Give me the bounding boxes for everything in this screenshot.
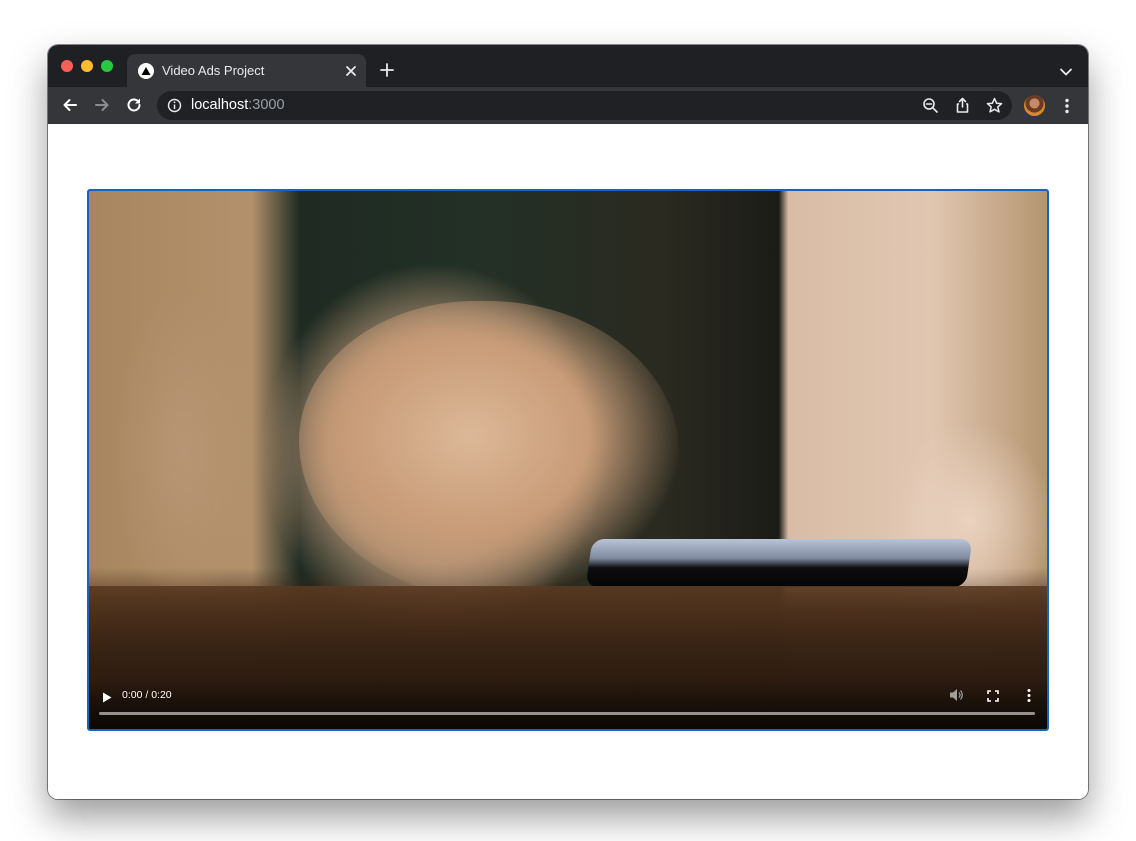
share-icon[interactable] [954,97,971,114]
plus-icon[interactable] [379,62,395,78]
triangle-logo-icon [138,63,154,79]
url-text[interactable]: localhost:3000 [191,97,285,113]
minimize-window-button[interactable] [81,60,93,72]
browser-window: Video Ads Project localhost:3000 0:00 / … [48,45,1088,799]
info-icon[interactable] [167,98,182,113]
volume-icon[interactable] [949,688,964,702]
page-content: 0:00 / 0:20 [48,124,1088,799]
tab-video-ads-project[interactable]: Video Ads Project [127,54,366,87]
tab-title: Video Ads Project [162,63,265,78]
close-window-button[interactable] [61,60,73,72]
video-progress-bar[interactable] [99,712,1035,715]
zoom-out-icon[interactable] [922,97,939,114]
fullscreen-icon[interactable] [987,689,999,702]
tab-strip: Video Ads Project [48,45,1088,87]
chevron-down-icon[interactable] [1059,64,1073,76]
arrow-left-icon[interactable] [61,96,79,114]
avatar[interactable] [1024,95,1045,116]
address-bar[interactable]: localhost:3000 [157,91,1012,120]
video-frame-image[interactable] [89,191,1047,729]
play-icon[interactable] [102,690,112,703]
url-port: :3000 [248,97,285,113]
video-controls: 0:00 / 0:20 [89,679,1047,729]
video-player[interactable]: 0:00 / 0:20 [87,189,1049,731]
star-icon[interactable] [986,97,1003,114]
browser-toolbar: localhost:3000 [48,87,1088,124]
url-host: localhost [191,97,249,113]
reload-icon[interactable] [125,96,143,114]
video-time: 0:00 / 0:20 [122,689,172,701]
kebab-menu-icon[interactable] [1060,97,1074,115]
video-phone-shape [585,539,973,587]
arrow-right-icon[interactable] [93,96,111,114]
more-options-icon[interactable] [1025,688,1033,703]
close-icon[interactable] [344,64,358,78]
maximize-window-button[interactable] [101,60,113,72]
